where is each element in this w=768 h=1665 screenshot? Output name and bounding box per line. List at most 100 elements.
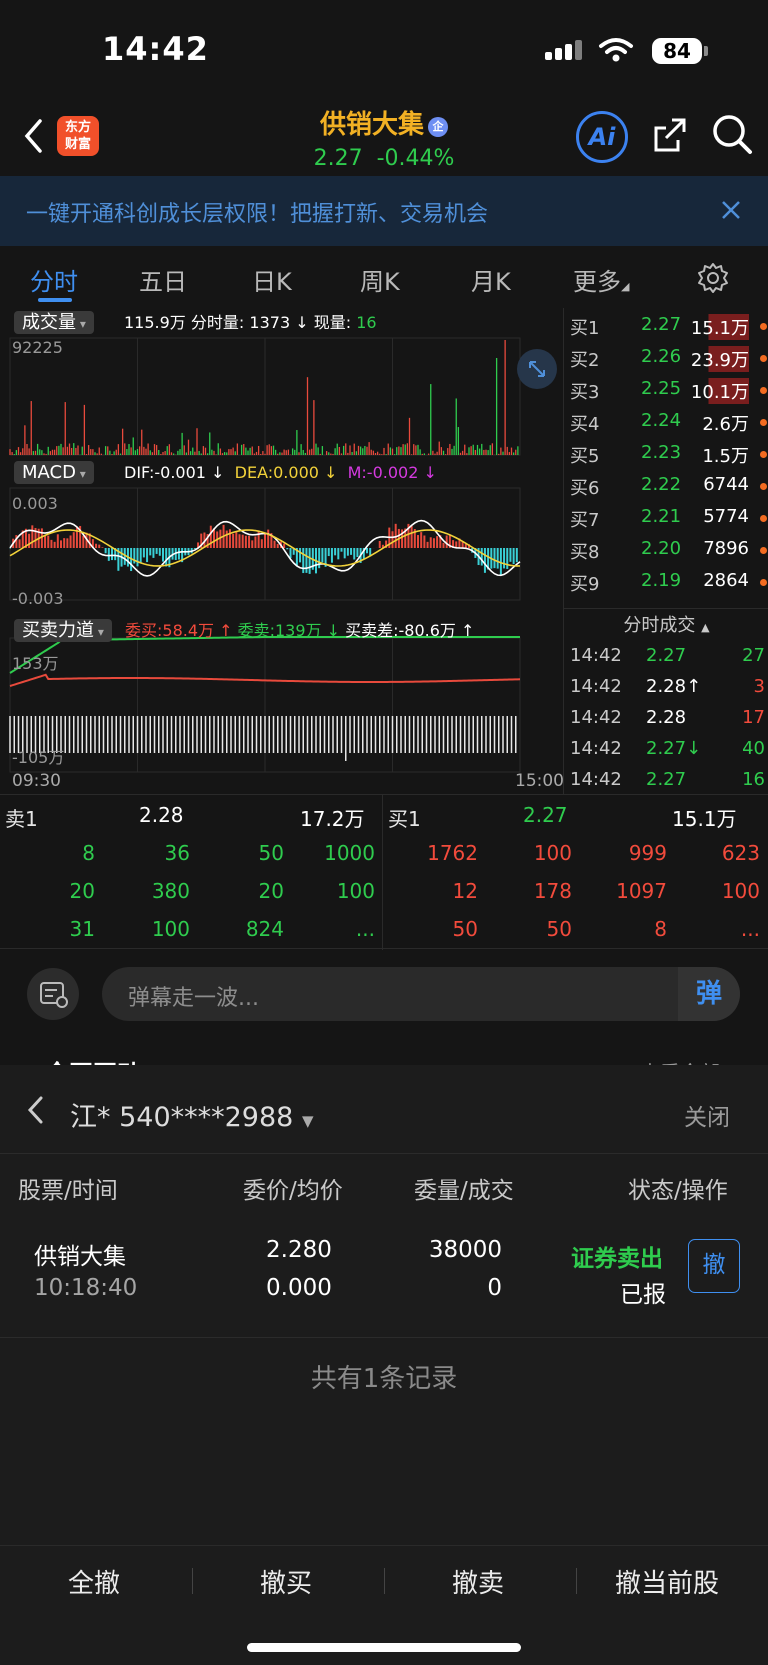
account-selector[interactable]: 江* 540****2988 ▼ — [70, 1095, 313, 1134]
cancel-current-stock-button[interactable]: 撤当前股 — [615, 1563, 719, 1600]
cancel-buy-button[interactable]: 撤买 — [260, 1563, 312, 1600]
orderbook-level: 买9 — [570, 574, 600, 595]
buy1-label: 买1 — [388, 807, 421, 831]
ticks-title[interactable]: 分时成交 ▲ — [564, 611, 768, 637]
tab-more[interactable]: 更多◢ — [573, 262, 629, 297]
tab-five-day[interactable]: 五日 — [139, 262, 187, 297]
orderbook-price: 2.27 — [641, 314, 682, 335]
buy-queue-cell: 100 — [721, 879, 760, 903]
divider — [382, 795, 383, 950]
buy-queue-cell: 12 — [452, 879, 478, 903]
macd-top-label: 0.003 — [12, 494, 58, 513]
force-selector[interactable]: 买卖力道 — [14, 616, 112, 642]
tick-price: 2.27 — [646, 645, 687, 666]
order-dot-icon — [760, 387, 767, 394]
divider — [192, 1568, 193, 1594]
orderbook-row[interactable]: 买7 2.21 5774 — [564, 502, 768, 534]
close-banner-icon[interactable] — [720, 199, 742, 221]
sell-queue-cell: 20 — [69, 879, 95, 903]
sell-queue-cell: 100 — [151, 917, 190, 941]
orderbook-row[interactable]: 买5 2.23 1.5万 — [564, 438, 768, 470]
volume-max-label: 92225 — [12, 338, 63, 357]
orderbook-row[interactable]: 买3 2.25 10.1万 — [564, 374, 768, 406]
cancel-order-button[interactable]: 撤 — [688, 1239, 740, 1293]
intraday-chart-canvas — [9, 337, 521, 773]
order-type: 证券卖出 — [571, 1246, 663, 1272]
danmu-toggle-button[interactable] — [27, 968, 79, 1020]
orderbook-row[interactable]: 买8 2.20 7896 — [564, 534, 768, 566]
sell-queue-cell: 31 — [69, 917, 95, 941]
tab-weekly-k[interactable]: 周K — [360, 262, 400, 297]
tick-volume: 17 — [742, 707, 765, 728]
orderbook-price: 2.25 — [641, 378, 682, 399]
sell-queue-cell: 100 — [336, 879, 375, 903]
orderbook-level: 买1 — [570, 318, 600, 339]
tick-price: 2.28↑ — [646, 676, 702, 697]
stock-price: 2.27 — [313, 146, 363, 171]
orderbook-row[interactable]: 买2 2.26 23.9万 — [564, 342, 768, 374]
order-dot-icon — [760, 579, 767, 586]
active-tab-indicator — [38, 298, 72, 302]
orderbook-volume: 1.5万 — [702, 446, 749, 467]
order-dot-icon — [760, 355, 767, 362]
orderbook-row[interactable]: 买1 2.27 15.1万 — [564, 310, 768, 342]
orderbook-level: 买7 — [570, 510, 600, 531]
orderbook-volume: 7896 — [703, 538, 749, 559]
tab-daily-k[interactable]: 日K — [252, 262, 292, 297]
danmu-send-button[interactable]: 弹 — [678, 967, 740, 1021]
cancel-all-button[interactable]: 全撤 — [68, 1563, 120, 1600]
orderbook-level: 买4 — [570, 414, 600, 435]
divider — [384, 1568, 385, 1594]
tick-time: 14:42 — [570, 645, 622, 666]
tab-monthly-k[interactable]: 月K — [471, 262, 511, 297]
battery-tip — [704, 46, 708, 56]
sell-queue-cell: 8 — [82, 841, 95, 865]
orderbook-row[interactable]: 买9 2.19 2864 — [564, 566, 768, 598]
danmu-input[interactable]: 弹幕走一波... 弹 — [102, 967, 740, 1021]
orderbook-price: 2.20 — [641, 538, 682, 559]
order-queue: 卖1 2.28 17.2万 买1 2.27 15.1万 8 36 50 1000 20 3… — [0, 794, 768, 950]
cancel-sell-button[interactable]: 撤卖 — [452, 1563, 504, 1600]
orderbook-row[interactable]: 买4 2.24 2.6万 — [564, 406, 768, 438]
panel-back-icon[interactable] — [26, 1095, 46, 1125]
ai-assistant-button[interactable]: Ai — [576, 111, 628, 163]
orderbook-volume: 5774 — [703, 506, 749, 527]
buy1-price: 2.27 — [523, 803, 568, 827]
order-filled: 0 — [487, 1275, 502, 1301]
col-header-stock: 股票/时间 — [18, 1178, 118, 1204]
share-icon[interactable] — [650, 114, 690, 158]
buy-queue-cell: 50 — [452, 917, 478, 941]
orderbook-volume: 6744 — [703, 474, 749, 495]
orderbook-price: 2.22 — [641, 474, 682, 495]
orderbook-row[interactable]: 买6 2.22 6744 — [564, 470, 768, 502]
buy-queue-cell: 1097 — [616, 879, 667, 903]
orderbook-price: 2.24 — [641, 410, 682, 431]
order-row[interactable]: 供销大集 10:18:40 2.280 0.000 38000 0 证券卖出 已… — [0, 1223, 768, 1323]
buy-queue-cell: 100 — [533, 841, 572, 865]
volume-selector[interactable]: 成交量 — [14, 308, 94, 334]
stock-change: -0.44% — [376, 146, 455, 171]
buy-queue-cell: 50 — [546, 917, 572, 941]
tick-row: 14:42 2.27 16 — [564, 765, 768, 796]
macd-selector[interactable]: MACD — [14, 461, 94, 484]
buy-queue-cell: 1762 — [427, 841, 478, 865]
intraday-chart[interactable] — [0, 308, 563, 794]
danmu-placeholder: 弹幕走一波... — [128, 986, 259, 1011]
danmu-bar: 弹幕走一波... 弹 — [0, 950, 768, 1036]
orderbook-volume: 23.9万 — [690, 346, 749, 372]
settings-gear-icon[interactable] — [697, 262, 729, 294]
dropdown-arrow-icon: ▼ — [301, 1112, 314, 1130]
expand-chart-button[interactable] — [517, 349, 557, 389]
search-icon[interactable] — [710, 112, 754, 156]
col-header-status: 状态/操作 — [628, 1178, 728, 1204]
sell-queue-cell: 20 — [258, 879, 284, 903]
tab-intraday[interactable]: 分时 — [30, 262, 78, 297]
tick-time: 14:42 — [570, 738, 622, 759]
order-dot-icon — [760, 515, 767, 522]
home-indicator[interactable] — [247, 1643, 521, 1652]
orderbook-level: 买8 — [570, 542, 600, 563]
close-panel-button[interactable]: 关闭 — [684, 1098, 730, 1132]
orderbook-level: 买6 — [570, 478, 600, 499]
sell1-label: 卖1 — [5, 807, 38, 831]
order-dot-icon — [760, 323, 767, 330]
